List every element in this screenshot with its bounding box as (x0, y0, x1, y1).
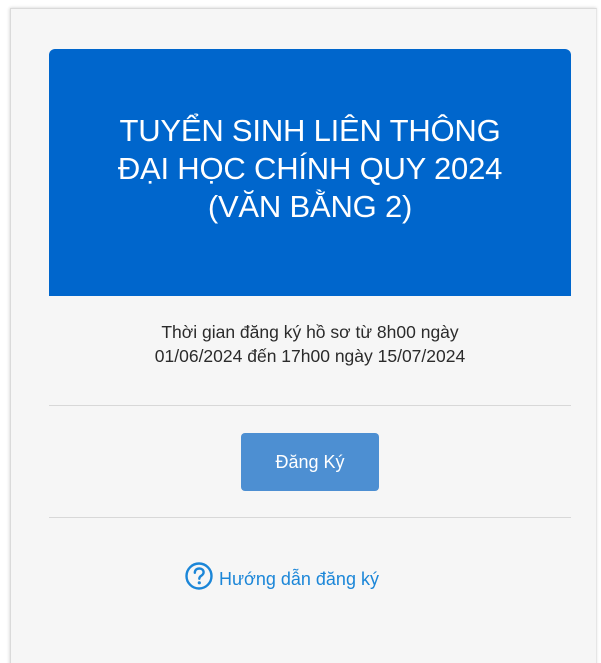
guide-link-label: Hướng dẫn đăng ký (219, 568, 379, 589)
admission-banner: TUYỂN SINH LIÊN THÔNG ĐẠI HỌC CHÍNH QUY … (49, 49, 571, 296)
register-button[interactable]: Đăng Ký (241, 433, 379, 491)
banner-title: TUYỂN SINH LIÊN THÔNG ĐẠI HỌC CHÍNH QUY … (117, 112, 503, 224)
registration-guide-link[interactable]: Hướng dẫn đăng ký (184, 558, 379, 594)
admission-card: TUYỂN SINH LIÊN THÔNG ĐẠI HỌC CHÍNH QUY … (10, 8, 597, 663)
divider (49, 517, 571, 518)
registration-period-text: Thời gian đăng ký hồ sơ từ 8h00 ngày 01/… (154, 322, 466, 366)
question-circle-icon (185, 562, 213, 590)
divider (49, 405, 571, 406)
page: TUYỂN SINH LIÊN THÔNG ĐẠI HỌC CHÍNH QUY … (0, 0, 601, 663)
